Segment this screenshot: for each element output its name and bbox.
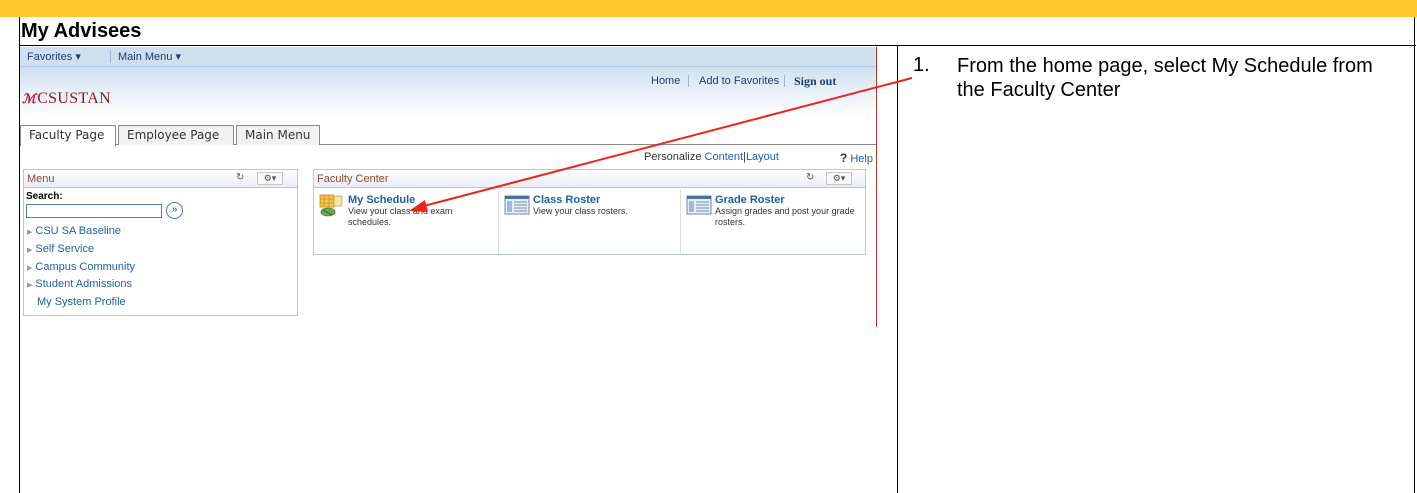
menu-item-my-system-profile[interactable]: My System Profile: [37, 296, 126, 308]
header-gold-bar: [0, 0, 1417, 17]
menu-item-campus-community[interactable]: ▶ Campus Community: [27, 261, 135, 273]
title-divider: [19, 45, 1416, 46]
search-label: Search:: [26, 191, 63, 202]
main-menu-dropdown[interactable]: Main Menu ▾: [118, 50, 181, 63]
roster-icon: [504, 195, 530, 215]
step-number: 1.: [913, 54, 930, 76]
column-divider: [897, 45, 898, 493]
refresh-icon[interactable]: ↻: [806, 172, 814, 183]
faculty-center-header: Faculty Center ↻ ⚙▾: [314, 170, 865, 188]
menu-pagelet-header: Menu ↻ ⚙▾: [24, 170, 297, 188]
csustan-logo: ℳCSUSTAN: [22, 90, 111, 107]
menu-item-student-admissions[interactable]: ▶ Student Admissions: [27, 278, 132, 290]
sign-out-link[interactable]: Sign out: [794, 74, 836, 89]
document-title: My Advisees: [21, 20, 142, 42]
personalize-links: Personalize Content|Layout: [644, 151, 779, 163]
help-link[interactable]: ? Help: [840, 151, 873, 165]
personalize-content-link[interactable]: Content: [705, 151, 744, 163]
my-schedule-item[interactable]: My Schedule View your class and exam sch…: [314, 189, 498, 254]
screenshot-edge-line: [876, 47, 877, 327]
help-icon: ?: [840, 151, 848, 165]
expand-triangle-icon: ▶: [27, 282, 33, 289]
my-schedule-link[interactable]: My Schedule: [348, 194, 415, 206]
expand-triangle-icon: ▶: [27, 247, 33, 254]
grade-roster-link[interactable]: Grade Roster: [715, 194, 785, 206]
chevron-down-icon: ▾: [175, 51, 182, 63]
grade-roster-description: Assign grades and post your grade roster…: [715, 206, 855, 227]
class-roster-item[interactable]: Class Roster View your class rosters.: [499, 189, 680, 254]
faculty-center-links: My Schedule View your class and exam sch…: [314, 189, 865, 254]
favorites-separator: [110, 50, 111, 63]
pagelet-options-icon[interactable]: ⚙▾: [826, 172, 852, 185]
favorites-bar: Favorites ▾ Main Menu ▾: [20, 47, 876, 67]
grade-roster-item[interactable]: Grade Roster Assign grades and post your…: [681, 189, 865, 254]
header-separator: [688, 75, 689, 87]
menu-pagelet-title: Menu: [27, 173, 55, 185]
refresh-icon[interactable]: ↻: [236, 172, 244, 183]
personalize-layout-link[interactable]: Layout: [746, 151, 779, 163]
expand-triangle-icon: ▶: [27, 265, 33, 272]
portal-screenshot: Favorites ▾ Main Menu ▾ Home Add to Favo…: [20, 47, 876, 327]
tab-main-menu[interactable]: Main Menu: [236, 125, 320, 145]
header-separator: [784, 75, 785, 87]
faculty-center-title: Faculty Center: [317, 173, 389, 185]
logo-mark-icon: ℳ: [22, 91, 37, 106]
faculty-center-pagelet: Faculty Center ↻ ⚙▾ My Schedule View you…: [313, 169, 866, 255]
menu-item-csu-sa-baseline[interactable]: ▶ CSU SA Baseline: [27, 225, 121, 237]
search-go-icon[interactable]: »: [166, 202, 183, 219]
expand-triangle-icon: ▶: [27, 229, 33, 236]
menu-pagelet: Menu ↻ ⚙▾ Search: » ▶ CSU SA Baseline ▶ Se…: [23, 169, 298, 316]
class-roster-description: View your class rosters.: [533, 206, 628, 216]
my-schedule-description: View your class and exam schedules.: [348, 206, 453, 227]
favorites-menu[interactable]: Favorites ▾: [27, 50, 81, 63]
page-tabs: Faculty Page Employee Page Main Menu: [20, 123, 876, 146]
home-link[interactable]: Home: [651, 75, 680, 87]
menu-item-self-service[interactable]: ▶ Self Service: [27, 243, 94, 255]
class-roster-link[interactable]: Class Roster: [533, 194, 600, 206]
menu-search-input[interactable]: [26, 204, 162, 218]
step-instruction: From the home page, select My Schedule f…: [957, 55, 1373, 101]
tab-employee-page[interactable]: Employee Page: [118, 125, 234, 145]
grade-roster-icon: [686, 195, 712, 215]
add-to-favorites-link[interactable]: Add to Favorites: [699, 75, 779, 87]
chevron-down-icon: ▾: [75, 51, 81, 63]
document-page: My Advisees 1. From the home page, selec…: [0, 0, 1417, 493]
tab-faculty-page[interactable]: Faculty Page: [20, 125, 116, 146]
pagelet-options-icon[interactable]: ⚙▾: [257, 172, 283, 185]
schedule-icon: [319, 194, 343, 217]
